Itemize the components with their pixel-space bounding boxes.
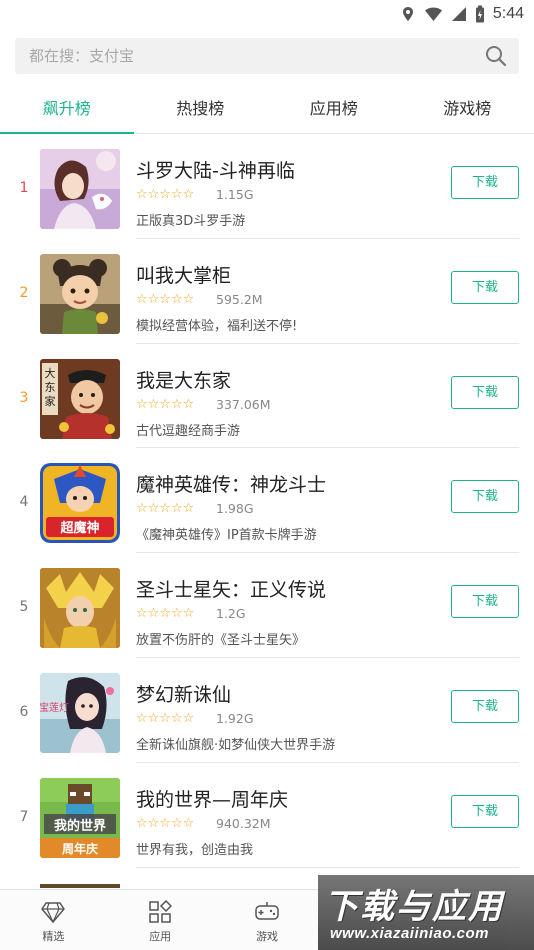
app-name[interactable]: 我的世界—周年庆 [136,785,288,812]
app-name[interactable]: 我是大东家 [136,366,231,393]
rank-number: 6 [19,703,29,720]
rank-number: 7 [19,808,29,825]
nav-label: 游戏 [255,930,278,943]
svg-text:我的世界: 我的世界 [54,818,106,834]
svg-text:家: 家 [45,394,56,408]
app-size: 595.2M [216,291,263,307]
app-size: 940.32M [216,815,271,831]
search-bar[interactable] [15,38,519,74]
app-icon[interactable] [40,568,120,649]
app-description: 世界有我，创造由我 [136,842,254,858]
app-name[interactable]: 魔神英雄传：神龙斗士 [136,470,326,497]
list-item[interactable]: 5 圣斗士星矢：正义传说 ☆☆☆☆☆ 1.2G 放置不伤肝的《圣斗士星矢》 下载 [0,553,534,658]
app-description: 放置不伤肝的《圣斗士星矢》 [136,633,306,649]
app-name[interactable]: 圣斗士星矢：正义传说 [136,575,326,602]
rating-stars: ☆☆☆☆☆ [136,815,195,831]
app-icon-partial [40,884,120,888]
list-item[interactable]: 2 叫我大掌柜 ☆☆☆☆☆ 595.2M 模拟经营体验，福利送不停! 下载 [0,239,534,344]
location-icon [402,7,413,21]
watermark-title: 下载与应用 [324,887,504,927]
list-item[interactable]: 3 大 东 家 我是大东家 ☆☆☆☆☆ 337.06M 古代逗趣经商手游 下载 [0,344,534,449]
svg-text:东: 东 [45,381,56,394]
app-icon[interactable]: 我的世界 周年庆 [40,777,120,858]
app-description: 正版真3D斗罗手游 [136,214,246,229]
download-button[interactable]: 下载 [451,689,519,723]
ranking-tabs: 飙升榜 热搜榜 应用榜 游戏榜 [0,86,534,134]
download-button[interactable]: 下载 [451,794,519,828]
list-item[interactable]: 1 斗罗大陆-斗神再临 ☆☆☆☆☆ 1.15G 正版真3D斗罗手游 下载 [0,134,534,239]
watermark-url: www.xiazaiiniao.com [330,925,489,942]
tab-soaring[interactable]: 飙升榜 [0,86,134,134]
rating-stars: ☆☆☆☆☆ [136,501,195,517]
list-item[interactable]: 4 超魔神 魔神英雄传：神龙斗士 ☆☆☆☆☆ 1.98G 《魔神英雄传》IP首款… [0,448,534,553]
download-button[interactable]: 下载 [451,480,519,514]
app-size: 1.15G [216,187,254,202]
rating-stars: ☆☆☆☆☆ [136,396,195,412]
app-description: 模拟经营体验，福利送不停! [136,318,298,334]
app-name[interactable]: 梦幻新诛仙 [136,680,231,707]
svg-text:超魔神: 超魔神 [60,520,99,536]
app-description: 《魔神英雄传》IP首款卡牌手游 [136,528,317,544]
download-button[interactable]: 下载 [451,375,519,409]
app-ranking-list: 1 斗罗大陆-斗神再临 ☆☆☆☆☆ 1.15G 正版真3D斗罗手游 下载 2 叫… [0,134,534,888]
tab-hot-search[interactable]: 热搜榜 [134,86,268,133]
rating-stars: ☆☆☆☆☆ [136,606,195,622]
app-name[interactable]: 斗罗大陆-斗神再临 [136,156,295,183]
list-item[interactable]: 7 我的世界 周年庆 我的世界—周年庆 ☆☆☆☆☆ 940.32M 世界有我，创… [0,763,534,868]
app-name[interactable]: 叫我大掌柜 [136,261,231,288]
app-size: 1.2G [216,606,246,622]
search-input[interactable] [15,38,475,74]
rating-stars: ☆☆☆☆☆ [136,187,195,202]
app-size: 1.98G [216,501,254,517]
app-icon[interactable]: 宝莲灯 [40,672,120,753]
svg-text:宝莲灯: 宝莲灯 [40,701,69,714]
app-icon[interactable] [40,253,120,334]
svg-text:周年庆: 周年庆 [62,841,98,856]
site-watermark: 下载与应用 www.xiazaiiniao.com [318,875,534,950]
app-icon[interactable] [40,149,120,229]
app-size: 337.06M [216,396,271,412]
apps-grid-icon [149,900,173,923]
rank-number: 2 [19,284,29,301]
diamond-icon [41,902,66,924]
nav-apps[interactable]: 应用 [107,890,214,950]
status-bar: 5:44 [0,0,534,28]
wifi-icon [424,7,442,21]
list-item[interactable]: 6 宝莲灯 梦幻新诛仙 ☆☆☆☆☆ 1.92G 全新诛仙旗舰·如梦仙侠大世界手游… [0,658,534,763]
status-time: 5:44 [492,5,524,22]
rank-number: 4 [19,494,29,511]
tab-apps[interactable]: 应用榜 [267,86,401,133]
nav-featured[interactable]: 精选 [0,890,107,950]
download-button[interactable]: 下载 [451,270,519,304]
nav-label: 精选 [42,930,65,943]
nav-label: 应用 [149,930,172,943]
app-description: 古代逗趣经商手游 [136,423,241,439]
download-button[interactable]: 下载 [451,585,519,619]
app-description: 全新诛仙旗舰·如梦仙侠大世界手游 [136,737,336,753]
search-icon[interactable] [485,45,507,67]
nav-games[interactable]: 游戏 [214,890,321,950]
battery-icon [475,5,484,23]
rating-stars: ☆☆☆☆☆ [136,291,195,307]
app-size: 1.92G [216,710,254,726]
tab-games[interactable]: 游戏榜 [401,86,534,133]
gamepad-icon [255,902,279,920]
rank-number: 1 [19,180,29,196]
rank-number: 3 [19,389,29,406]
status-icons: 5:44 [400,4,524,24]
rating-stars: ☆☆☆☆☆ [136,710,195,726]
app-icon[interactable]: 超魔神 [40,463,120,544]
app-icon[interactable]: 大 东 家 [40,358,120,439]
rank-number: 5 [19,599,29,616]
svg-text:大: 大 [45,366,56,380]
download-button[interactable]: 下载 [451,166,519,199]
signal-icon [451,7,466,21]
